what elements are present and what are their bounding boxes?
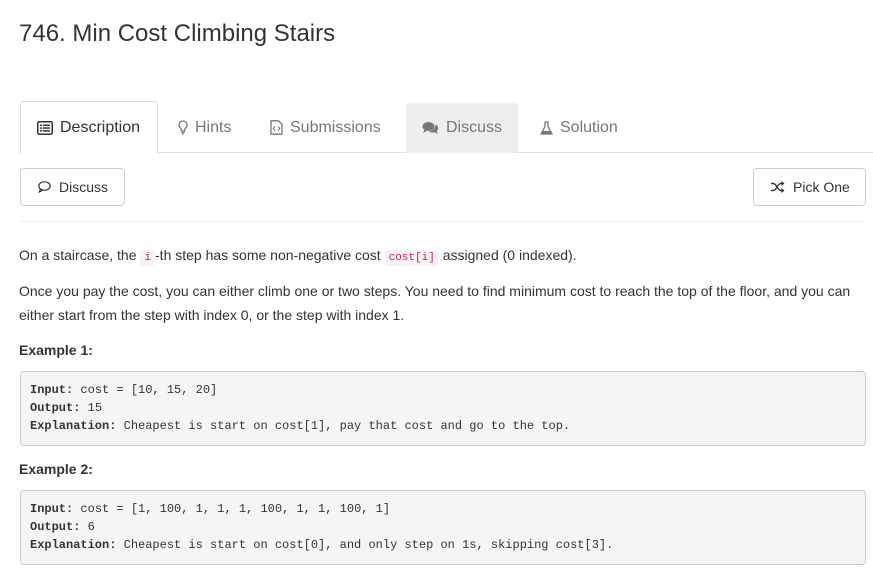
explanation-label: Explanation:	[30, 419, 117, 433]
tab-label: Hints	[195, 118, 232, 136]
input-label: Input:	[30, 502, 74, 516]
text-fragment: assigned (0 indexed).	[438, 247, 577, 263]
inline-code: i	[140, 250, 156, 266]
tab-label: Description	[60, 118, 141, 136]
lightbulb-icon	[178, 120, 188, 135]
output-value: 6	[80, 520, 95, 534]
output-label: Output:	[30, 520, 81, 534]
inline-code: cost[i]	[384, 250, 439, 266]
list-alt-icon	[37, 120, 53, 135]
tab-discuss[interactable]: Discuss	[406, 103, 518, 153]
divider	[20, 221, 866, 222]
explanation-label: Explanation:	[30, 538, 117, 552]
explanation-value: Cheapest is start on cost[1], pay that c…	[116, 419, 571, 433]
file-code-icon	[270, 120, 283, 135]
random-icon	[770, 181, 785, 193]
tab-submissions[interactable]: Submissions	[254, 101, 394, 154]
input-label: Input:	[30, 383, 74, 397]
text-fragment: -th step has some non-negative cost	[155, 247, 385, 263]
output-label: Output:	[30, 401, 81, 415]
tab-hints[interactable]: Hints	[162, 101, 252, 154]
example-2-label: Example 2:	[19, 461, 93, 477]
tab-solution[interactable]: Solution	[524, 101, 634, 154]
page-title: 746. Min Cost Climbing Stairs	[19, 20, 336, 47]
description-paragraph-1: On a staircase, the i -th step has some n…	[19, 243, 865, 270]
explanation-value: Cheapest is start on cost[0], and only s…	[116, 538, 614, 552]
problem-tabs: Description Hints Submissions Discuss So…	[20, 101, 873, 154]
tab-description[interactable]: Description	[20, 101, 158, 154]
comments-icon	[422, 121, 439, 135]
comment-icon	[38, 181, 51, 193]
pick-one-button[interactable]: Pick One	[753, 168, 866, 206]
example-1-label: Example 1:	[19, 342, 93, 358]
input-value: cost = [10, 15, 20]	[73, 383, 218, 397]
description-paragraph-2: Once you pay the cost, you can either cl…	[19, 283, 851, 323]
input-value: cost = [1, 100, 1, 1, 1, 100, 1, 1, 100,…	[73, 502, 391, 516]
example-2-block: Input: cost = [1, 100, 1, 1, 1, 100, 1, …	[20, 490, 866, 565]
flask-icon	[540, 120, 553, 135]
output-value: 15	[80, 401, 103, 415]
tab-label: Submissions	[290, 118, 381, 136]
text-fragment: On a staircase, the	[19, 247, 141, 263]
pick-one-button-label: Pick One	[793, 179, 850, 195]
tab-label: Discuss	[446, 119, 503, 136]
example-1-block: Input: cost = [10, 15, 20] Output: 15 Ex…	[20, 371, 866, 446]
tab-label: Solution	[560, 118, 618, 136]
discuss-button-label: Discuss	[59, 179, 109, 195]
discuss-button[interactable]: Discuss	[20, 168, 125, 206]
